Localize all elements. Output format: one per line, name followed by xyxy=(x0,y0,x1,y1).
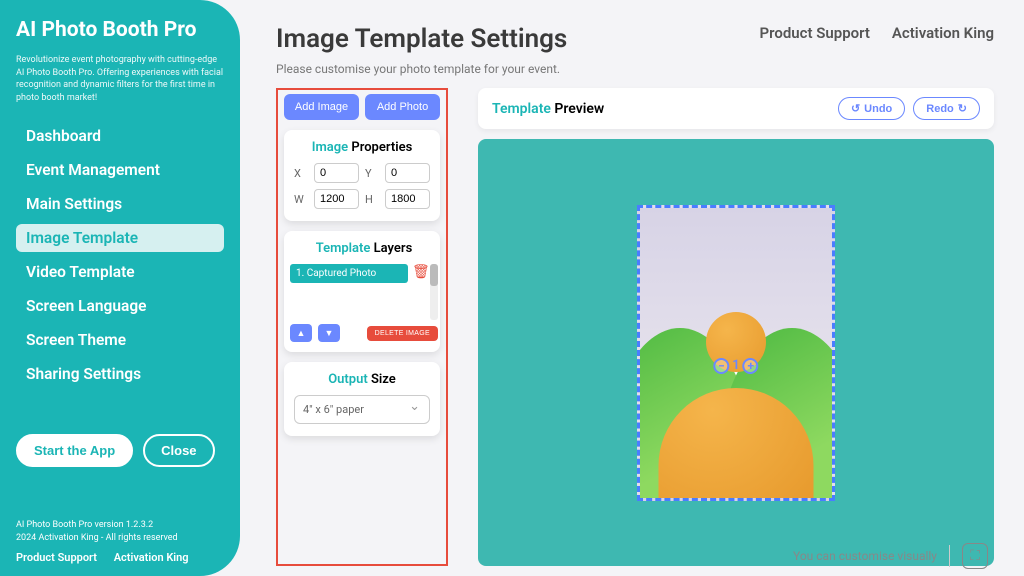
page-title: Image Template Settings xyxy=(276,24,567,54)
undo-button[interactable]: ↺Undo xyxy=(838,97,905,120)
plus-icon[interactable]: + xyxy=(743,358,759,374)
image-properties-title: Image Properties xyxy=(294,140,430,155)
nav-menu: Dashboard Event Management Main Settings… xyxy=(16,122,224,394)
delete-layer-icon[interactable]: 🗑 xyxy=(412,264,426,278)
image-properties-card: Image Properties X Y W H xyxy=(284,130,440,221)
output-size-title: Output Size xyxy=(294,372,430,387)
footer-links: Product Support Activation King xyxy=(16,550,224,567)
nav-dashboard[interactable]: Dashboard xyxy=(16,122,224,150)
footer-link-support[interactable]: Product Support xyxy=(16,551,97,564)
preview-canvas[interactable]: − 1 + xyxy=(478,139,994,566)
label-y: Y xyxy=(365,167,379,180)
indicator-number: 1 xyxy=(732,358,739,373)
header-links: Product Support Activation King xyxy=(760,24,994,42)
visual-customise-note: You can customise visually ⛶ xyxy=(793,543,988,569)
input-y[interactable] xyxy=(385,163,430,183)
preview-header: Template Preview ↺Undo Redo↻ xyxy=(478,88,994,129)
header-row: Image Template Settings Product Support … xyxy=(276,24,994,54)
input-w[interactable] xyxy=(314,189,359,209)
app-tagline: Revolutionize event photography with cut… xyxy=(16,54,224,104)
input-x[interactable] xyxy=(314,163,359,183)
start-app-button[interactable]: Start the App xyxy=(16,434,133,467)
settings-panel: Add Image Add Photo Image Properties X Y… xyxy=(276,88,448,566)
app-title: AI Photo Booth Pro xyxy=(16,18,224,42)
delete-image-button[interactable]: DELETE IMAGE xyxy=(367,326,438,341)
layer-indicator[interactable]: − 1 + xyxy=(713,358,758,374)
nav-image-template[interactable]: Image Template xyxy=(16,224,224,252)
label-w: W xyxy=(294,193,308,206)
page-subtitle: Please customise your photo template for… xyxy=(276,62,994,76)
label-h: H xyxy=(365,193,379,206)
minus-icon[interactable]: − xyxy=(713,358,729,374)
output-size-select[interactable]: 4" x 6" paper xyxy=(294,395,430,424)
nav-event-management[interactable]: Event Management xyxy=(16,156,224,184)
undo-icon: ↺ xyxy=(851,102,860,115)
label-x: X xyxy=(294,167,308,180)
input-h[interactable] xyxy=(385,189,430,209)
layer-order-buttons: ▲ ▼ DELETE IMAGE xyxy=(290,324,438,342)
template-frame[interactable]: − 1 + xyxy=(637,205,835,501)
sidebar: AI Photo Booth Pro Revolutionize event p… xyxy=(0,0,240,576)
preview-column: Template Preview ↺Undo Redo↻ − 1 + xyxy=(478,88,994,566)
layer-up-button[interactable]: ▲ xyxy=(290,324,312,342)
layer-item-1[interactable]: 1. Captured Photo xyxy=(290,264,408,283)
nav-video-template[interactable]: Video Template xyxy=(16,258,224,286)
redo-icon: ↻ xyxy=(958,102,967,115)
output-size-card: Output Size 4" x 6" paper xyxy=(284,362,440,436)
header-link-activation[interactable]: Activation King xyxy=(892,24,994,42)
layers-list: 1. Captured Photo 🗑 xyxy=(290,264,438,320)
layers-scroll: 1. Captured Photo xyxy=(290,264,408,320)
template-layers-card: Template Layers 1. Captured Photo 🗑 ▲ ▼ … xyxy=(284,231,440,352)
header-link-support[interactable]: Product Support xyxy=(760,24,870,42)
nav-main-settings[interactable]: Main Settings xyxy=(16,190,224,218)
add-photo-button[interactable]: Add Photo xyxy=(365,94,440,120)
add-image-button[interactable]: Add Image xyxy=(284,94,359,120)
main-content: Image Template Settings Product Support … xyxy=(240,0,1024,576)
copyright-text: 2024 Activation King - All rights reserv… xyxy=(16,532,224,546)
layer-down-button[interactable]: ▼ xyxy=(318,324,340,342)
close-button[interactable]: Close xyxy=(143,434,214,467)
output-select-wrap: 4" x 6" paper xyxy=(294,395,430,424)
sidebar-footer: AI Photo Booth Pro version 1.2.3.2 2024 … xyxy=(16,519,224,567)
nav-sharing-settings[interactable]: Sharing Settings xyxy=(16,360,224,388)
nav-screen-theme[interactable]: Screen Theme xyxy=(16,326,224,354)
footer-link-activation[interactable]: Activation King xyxy=(114,551,189,564)
nav-screen-language[interactable]: Screen Language xyxy=(16,292,224,320)
undo-redo-group: ↺Undo Redo↻ xyxy=(838,97,980,120)
template-layers-title: Template Layers xyxy=(290,241,438,256)
properties-grid: X Y W H xyxy=(294,163,430,209)
visual-note-text: You can customise visually xyxy=(793,549,937,563)
work-area: Add Image Add Photo Image Properties X Y… xyxy=(276,88,994,566)
preview-title: Template Preview xyxy=(492,101,604,117)
redo-button[interactable]: Redo↻ xyxy=(913,97,980,120)
divider xyxy=(949,545,950,567)
version-text: AI Photo Booth Pro version 1.2.3.2 xyxy=(16,519,224,533)
layers-scrollbar[interactable] xyxy=(430,264,438,320)
sidebar-buttons: Start the App Close xyxy=(16,434,224,467)
add-buttons-row: Add Image Add Photo xyxy=(284,94,440,120)
expand-icon[interactable]: ⛶ xyxy=(962,543,988,569)
